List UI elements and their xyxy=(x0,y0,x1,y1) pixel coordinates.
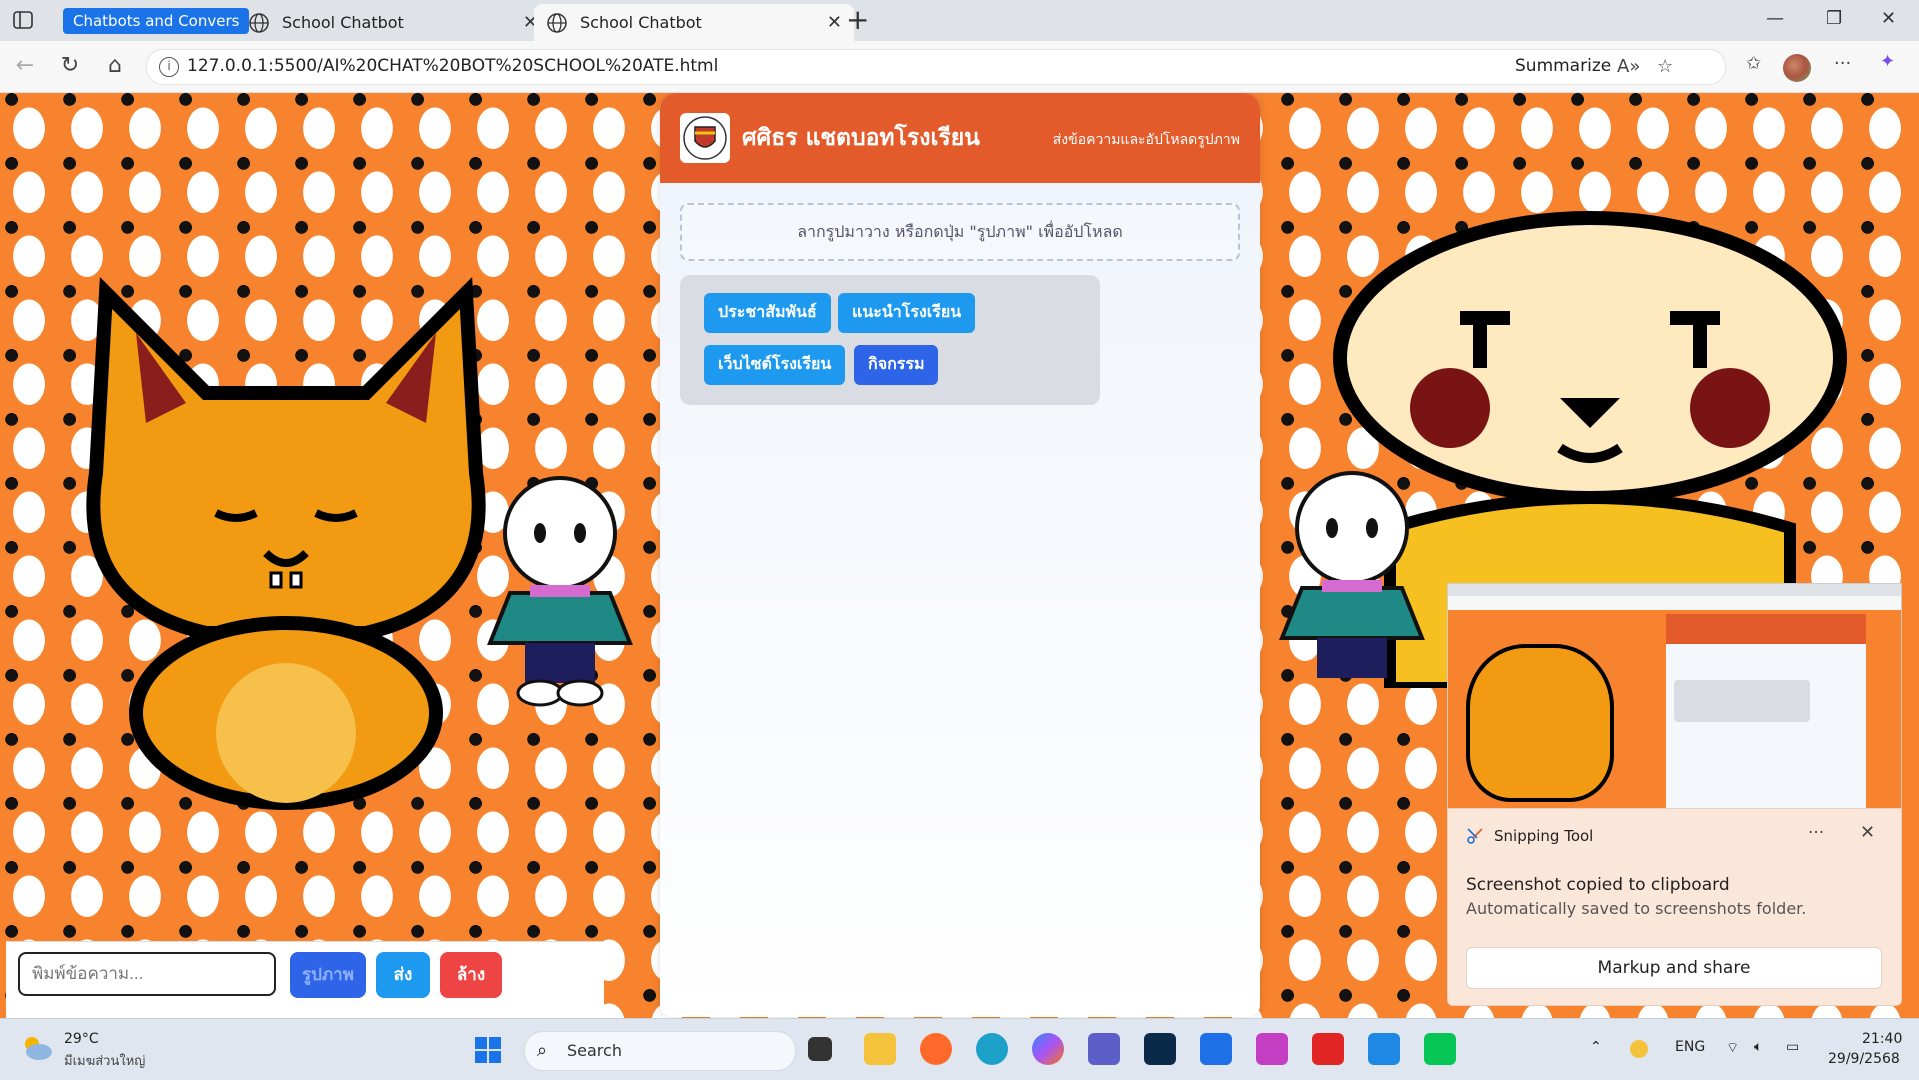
url-field[interactable]: i 127.0.0.1:5500/AI%20CHAT%20BOT%20SCHOO… xyxy=(146,49,1726,85)
copilot-icon[interactable] xyxy=(1032,1033,1064,1065)
chat-title: ศศิธร แชตบอทโรงเรียน xyxy=(742,125,980,151)
edge-icon[interactable] xyxy=(976,1033,1008,1065)
image-upload-button[interactable]: รูปภาพ xyxy=(290,952,366,998)
tab-group-label[interactable]: Chatbots and Convers xyxy=(63,8,249,34)
quick-button-pr[interactable]: ประชาสัมพันธ์ xyxy=(704,293,831,333)
more-options-icon[interactable]: ··· xyxy=(1808,823,1824,843)
tab-title: School Chatbot xyxy=(580,13,702,32)
favorite-star-icon[interactable]: ☆ xyxy=(1657,56,1673,77)
weather-description: มีเมฆส่วนใหญ่ xyxy=(64,1054,146,1069)
read-aloud-icon[interactable]: A» xyxy=(1617,56,1640,77)
snipping-tool-icon xyxy=(1467,828,1483,844)
notification-description: Automatically saved to screenshots folde… xyxy=(1466,899,1807,918)
windows-start-icon[interactable] xyxy=(474,1036,502,1064)
app-icon[interactable] xyxy=(1144,1033,1176,1065)
restore-icon[interactable]: ❐ xyxy=(1826,8,1842,29)
teams-icon[interactable] xyxy=(1088,1033,1120,1065)
address-bar: ← ↻ ⌂ i 127.0.0.1:5500/AI%20CHAT%20BOT%2… xyxy=(0,41,1919,93)
windows-taskbar: 29°C มีเมฆส่วนใหญ่ ⌕ Search ⌃ ENG ⌔ 🔈︎ ▭… xyxy=(0,1018,1919,1080)
url-text: 127.0.0.1:5500/AI%20CHAT%20BOT%20SCHOOL%… xyxy=(187,56,719,76)
clear-button[interactable]: ล้าง xyxy=(440,952,502,998)
quick-button-school-intro[interactable]: แนะนำโรงเรียน xyxy=(838,293,976,333)
globe-icon xyxy=(547,12,567,33)
wps-office-icon[interactable] xyxy=(1312,1033,1344,1065)
copilot-icon[interactable]: ✦ xyxy=(1880,51,1895,72)
volume-icon[interactable]: 🔈︎ xyxy=(1754,1039,1762,1055)
child-illustration xyxy=(1279,471,1425,678)
clock-date[interactable]: 29/9/2568 xyxy=(1828,1051,1900,1067)
minimize-icon[interactable]: — xyxy=(1766,8,1784,29)
tab-title: School Chatbot xyxy=(282,13,404,32)
search-placeholder: Search xyxy=(567,1041,622,1060)
image-dropzone[interactable]: ลากรูปมาวาง หรือกดปุ่ม "รูปภาพ" เพื่ออัป… xyxy=(680,203,1240,261)
browser-tab-active[interactable]: School Chatbot ✕ xyxy=(534,4,854,41)
markup-and-share-button[interactable]: Markup and share xyxy=(1466,947,1882,989)
close-window-icon[interactable]: ✕ xyxy=(1881,8,1896,29)
quick-button-activities[interactable]: กิจกรรม xyxy=(854,345,939,385)
notification-title: Screenshot copied to clipboard xyxy=(1466,875,1730,895)
snipping-tool-notification: Snipping Tool ··· ✕ Screenshot copied to… xyxy=(1447,808,1902,1006)
close-icon[interactable]: ✕ xyxy=(1860,822,1875,843)
search-icon: ⌕ xyxy=(537,1040,548,1061)
new-tab-icon[interactable]: + xyxy=(846,4,869,36)
firefox-icon[interactable] xyxy=(920,1033,952,1065)
chevron-up-icon[interactable]: ⌃ xyxy=(1590,1039,1602,1055)
line-icon[interactable] xyxy=(1424,1033,1456,1065)
back-icon[interactable]: ← xyxy=(12,53,38,79)
language-indicator[interactable]: ENG xyxy=(1675,1039,1705,1055)
battery-icon[interactable]: ▭ xyxy=(1786,1039,1799,1055)
taskbar-search[interactable]: ⌕ Search xyxy=(524,1031,796,1071)
quick-button-website[interactable]: เว็บไซต์โรงเรียน xyxy=(704,345,846,385)
chat-panel: ศศิธร แชตบอทโรงเรียน ส่งข้อความและอัปโหล… xyxy=(660,93,1260,1017)
app-icon[interactable] xyxy=(1256,1033,1288,1065)
wifi-icon[interactable]: ⌔ xyxy=(1726,1039,1739,1057)
child-illustration xyxy=(487,476,633,707)
file-explorer-icon[interactable] xyxy=(864,1033,896,1065)
favorites-icon[interactable]: ✩ xyxy=(1746,53,1761,74)
profile-avatar[interactable] xyxy=(1783,54,1811,82)
school-logo xyxy=(680,113,730,163)
cat-illustration xyxy=(86,276,486,810)
notification-app-name: Snipping Tool xyxy=(1494,827,1594,845)
home-icon[interactable]: ⌂ xyxy=(102,53,128,79)
weather-cloudy-icon[interactable] xyxy=(20,1033,54,1063)
chat-subtitle: ส่งข้อความและอัปโหลดรูปภาพ xyxy=(1052,132,1240,148)
browser-tab[interactable]: School Chatbot ✕ xyxy=(236,4,550,41)
globe-icon xyxy=(249,12,269,33)
summarize-button[interactable]: Summarize xyxy=(1515,56,1611,76)
tray-app-icon[interactable] xyxy=(1630,1040,1648,1058)
weather-temperature: 29°C xyxy=(64,1031,99,1047)
close-icon[interactable]: ✕ xyxy=(827,12,842,33)
screenshot-thumbnail[interactable] xyxy=(1447,583,1902,810)
tab-actions-icon[interactable] xyxy=(12,9,34,31)
refresh-icon[interactable]: ↻ xyxy=(57,53,83,79)
message-input-bar: รูปภาพ ส่ง ล้าง xyxy=(6,941,604,1018)
vscode-icon[interactable] xyxy=(1368,1033,1400,1065)
quick-reply-panel: ประชาสัมพันธ์ แนะนำโรงเรียน เว็บไซต์โรงเ… xyxy=(680,275,1100,405)
browser-tab-bar: Chatbots and Convers School Chatbot ✕ Sc… xyxy=(0,0,1919,42)
chat-header: ศศิธร แชตบอทโรงเรียน ส่งข้อความและอัปโหล… xyxy=(660,93,1260,183)
clock-time[interactable]: 21:40 xyxy=(1862,1031,1902,1047)
dropbox-icon[interactable] xyxy=(1200,1033,1232,1065)
more-menu-icon[interactable]: ··· xyxy=(1834,53,1851,74)
message-input[interactable] xyxy=(18,952,276,996)
info-icon[interactable]: i xyxy=(159,57,179,77)
task-view-icon[interactable] xyxy=(808,1037,832,1061)
send-button[interactable]: ส่ง xyxy=(376,952,430,998)
